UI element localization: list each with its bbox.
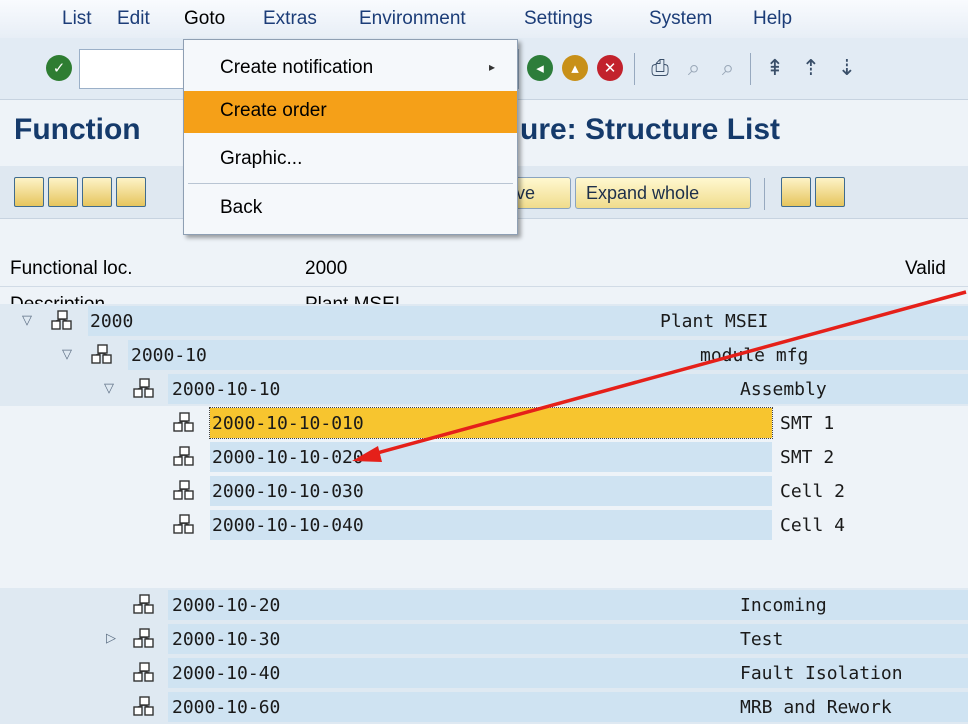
tree-node-id: 2000-10-10-020 (212, 447, 364, 468)
swap-icon[interactable] (781, 177, 811, 207)
tree-row[interactable]: 2000-10-10-030 Cell 2 (0, 474, 968, 508)
valid-label: Valid (905, 258, 946, 279)
refresh-icon[interactable] (48, 177, 78, 207)
find-icon[interactable]: ⌕ (679, 53, 709, 83)
back-icon[interactable]: ◂ (527, 55, 553, 81)
tree-row[interactable]: 2000-10-60 MRB and Rework (0, 690, 968, 724)
functional-loc-label: Functional loc. (10, 258, 133, 279)
expand-whole-button-label: Expand whole (586, 182, 700, 203)
toolbar-button-icon[interactable] (116, 177, 146, 207)
menu-extras[interactable]: Extras (263, 8, 317, 30)
next-page-icon[interactable]: ⇣ (832, 53, 862, 83)
cancel-icon[interactable]: ✕ (597, 55, 623, 81)
menu-item-back[interactable]: Back (184, 188, 517, 230)
tree-row[interactable]: ▽ 2000 Plant MSEI (0, 304, 968, 338)
functional-loc-value: 2000 (305, 258, 348, 279)
tree-node-id: 2000-10 (131, 345, 207, 366)
tree-node-id: 2000-10-60 (172, 697, 281, 718)
tree-node-id: 2000-10-20 (172, 595, 281, 616)
tree-node-id: 2000-10-40 (172, 663, 281, 684)
menu-item-label: Back (220, 197, 263, 218)
tree-row[interactable]: 2000-10-20 Incoming (0, 588, 968, 622)
page-title: Function (14, 113, 141, 146)
tree-node-desc: module mfg (700, 345, 809, 366)
menu-edit[interactable]: Edit (117, 8, 150, 30)
choose-icon[interactable] (82, 177, 112, 207)
zoom-icon[interactable] (14, 177, 44, 207)
menu-item-label: Create notification (220, 57, 374, 78)
tree-row[interactable]: 2000-10-10-040 Cell 4 (0, 508, 968, 542)
expand-whole-button[interactable]: Expand whole (575, 177, 751, 209)
menu-environment[interactable]: Environment (359, 8, 466, 30)
menu-item-create-notification[interactable]: Create notification ▸ (184, 48, 517, 90)
menu-item-label: Graphic... (220, 148, 303, 169)
previous-page-icon[interactable]: ⇡ (796, 53, 826, 83)
menu-separator (188, 183, 513, 184)
tree-row[interactable]: 2000-10-10-020 SMT 2 (0, 440, 968, 474)
tree-node-desc: Plant MSEI (660, 311, 769, 332)
tree-node-desc: Fault Isolation (740, 663, 903, 684)
expanded-triangle-icon[interactable]: ▽ (22, 313, 32, 328)
export-icon[interactable] (815, 177, 845, 207)
menu-help[interactable]: Help (753, 8, 792, 30)
tree-node-id: 2000-10-10-010 (212, 413, 364, 434)
find-next-icon[interactable]: ⌕ (713, 53, 743, 83)
tree-node-desc: Test (740, 629, 784, 650)
menu-system[interactable]: System (649, 8, 712, 30)
menu-settings[interactable]: Settings (524, 8, 593, 30)
page-title-continued: ure: Structure List (520, 113, 781, 146)
menu-list[interactable]: List (62, 8, 92, 30)
tree-node-id: 2000-10-10 (172, 379, 281, 400)
tree-node-id: 2000-10-10-030 (212, 481, 364, 502)
expanded-triangle-icon[interactable]: ▽ (104, 381, 114, 396)
print-icon[interactable]: ⎙ (645, 53, 675, 83)
tree-node-desc: Incoming (740, 595, 827, 616)
first-page-icon[interactable]: ⇞ (760, 53, 790, 83)
tree-row[interactable]: ▽ 2000-10 module mfg (0, 338, 968, 372)
expanded-triangle-icon[interactable]: ▽ (62, 347, 72, 362)
expand-level-button-label: ve (516, 182, 536, 203)
tree-row[interactable]: ▷ 2000-10-30 Test (0, 622, 968, 656)
collapsed-triangle-icon[interactable]: ▷ (106, 631, 116, 646)
goto-dropdown-menu: Create notification ▸ Create order Graph… (183, 39, 518, 235)
submenu-arrow-icon: ▸ (489, 60, 496, 74)
menu-goto[interactable]: Goto (184, 8, 225, 30)
check-icon[interactable]: ✓ (46, 55, 72, 81)
menu-item-label: Create order (220, 100, 327, 121)
divider (0, 286, 968, 287)
tree-node-id: 2000-10-10-040 (212, 515, 364, 536)
tree-node-desc: Cell 2 (780, 481, 846, 502)
toolbar-separator (634, 53, 635, 85)
tree-node-desc: SMT 2 (780, 447, 835, 468)
menu-item-create-order[interactable]: Create order (184, 91, 517, 133)
tree-node-desc: Cell 4 (780, 515, 846, 536)
tree-node-id: 2000-10-30 (172, 629, 281, 650)
exit-icon[interactable]: ▴ (562, 55, 588, 81)
toolbar-separator (750, 53, 751, 85)
toolbar-separator (764, 178, 765, 210)
tree-node-desc: Assembly (740, 379, 827, 400)
menu-item-graphic[interactable]: Graphic... (184, 139, 517, 181)
tree-row-selected[interactable]: 2000-10-10-010 SMT 1 (0, 406, 968, 440)
menu-bar: List Edit Goto Extras Environment Settin… (0, 0, 968, 39)
tree-node-desc: MRB and Rework (740, 697, 892, 718)
tree-node-desc: SMT 1 (780, 413, 835, 434)
tree-row[interactable]: 2000-10-40 Fault Isolation (0, 656, 968, 690)
tree-row[interactable]: ▽ 2000-10-10 Assembly (0, 372, 968, 406)
tree-node-id: 2000 (90, 311, 134, 332)
